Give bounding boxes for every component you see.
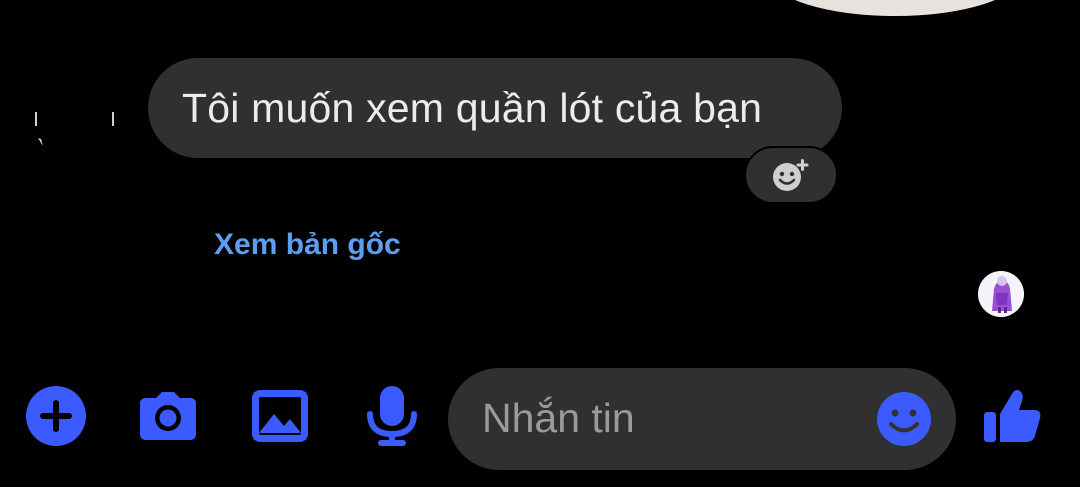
- add-reaction-button[interactable]: [744, 146, 838, 204]
- received-message-bubble[interactable]: Tôi muốn xem quần lót của bạn: [148, 58, 842, 158]
- message-input[interactable]: Nhắn tin: [448, 368, 956, 470]
- image-icon: [252, 390, 308, 442]
- see-original-link[interactable]: Xem bản gốc: [214, 228, 401, 262]
- gallery-button[interactable]: [248, 384, 312, 448]
- voice-message-button[interactable]: [360, 384, 424, 448]
- microphone-icon: [367, 386, 417, 446]
- camera-button[interactable]: [136, 384, 200, 448]
- add-reaction-icon: [773, 159, 809, 191]
- camera-icon: [140, 392, 196, 440]
- emoji-button[interactable]: [876, 391, 932, 447]
- sender-avatar-mark: [35, 112, 114, 146]
- emoji-icon: [877, 392, 931, 446]
- seen-avatar-image: [978, 271, 1024, 317]
- sender-avatar[interactable]: [34, 108, 114, 148]
- thumbs-up-icon: [984, 390, 1041, 442]
- more-actions-button[interactable]: [24, 384, 88, 448]
- shared-image-edge[interactable]: [770, 0, 1020, 16]
- message-text: Tôi muốn xem quần lót của bạn: [182, 84, 763, 131]
- plus-icon: [26, 386, 86, 446]
- seen-receipt-avatar: [978, 271, 1024, 317]
- messenger-chat-screen: Tôi muốn xem quần lót của bạn Xem bản gố…: [0, 0, 1080, 487]
- like-button[interactable]: [980, 384, 1044, 448]
- message-input-placeholder: Nhắn tin: [482, 395, 635, 441]
